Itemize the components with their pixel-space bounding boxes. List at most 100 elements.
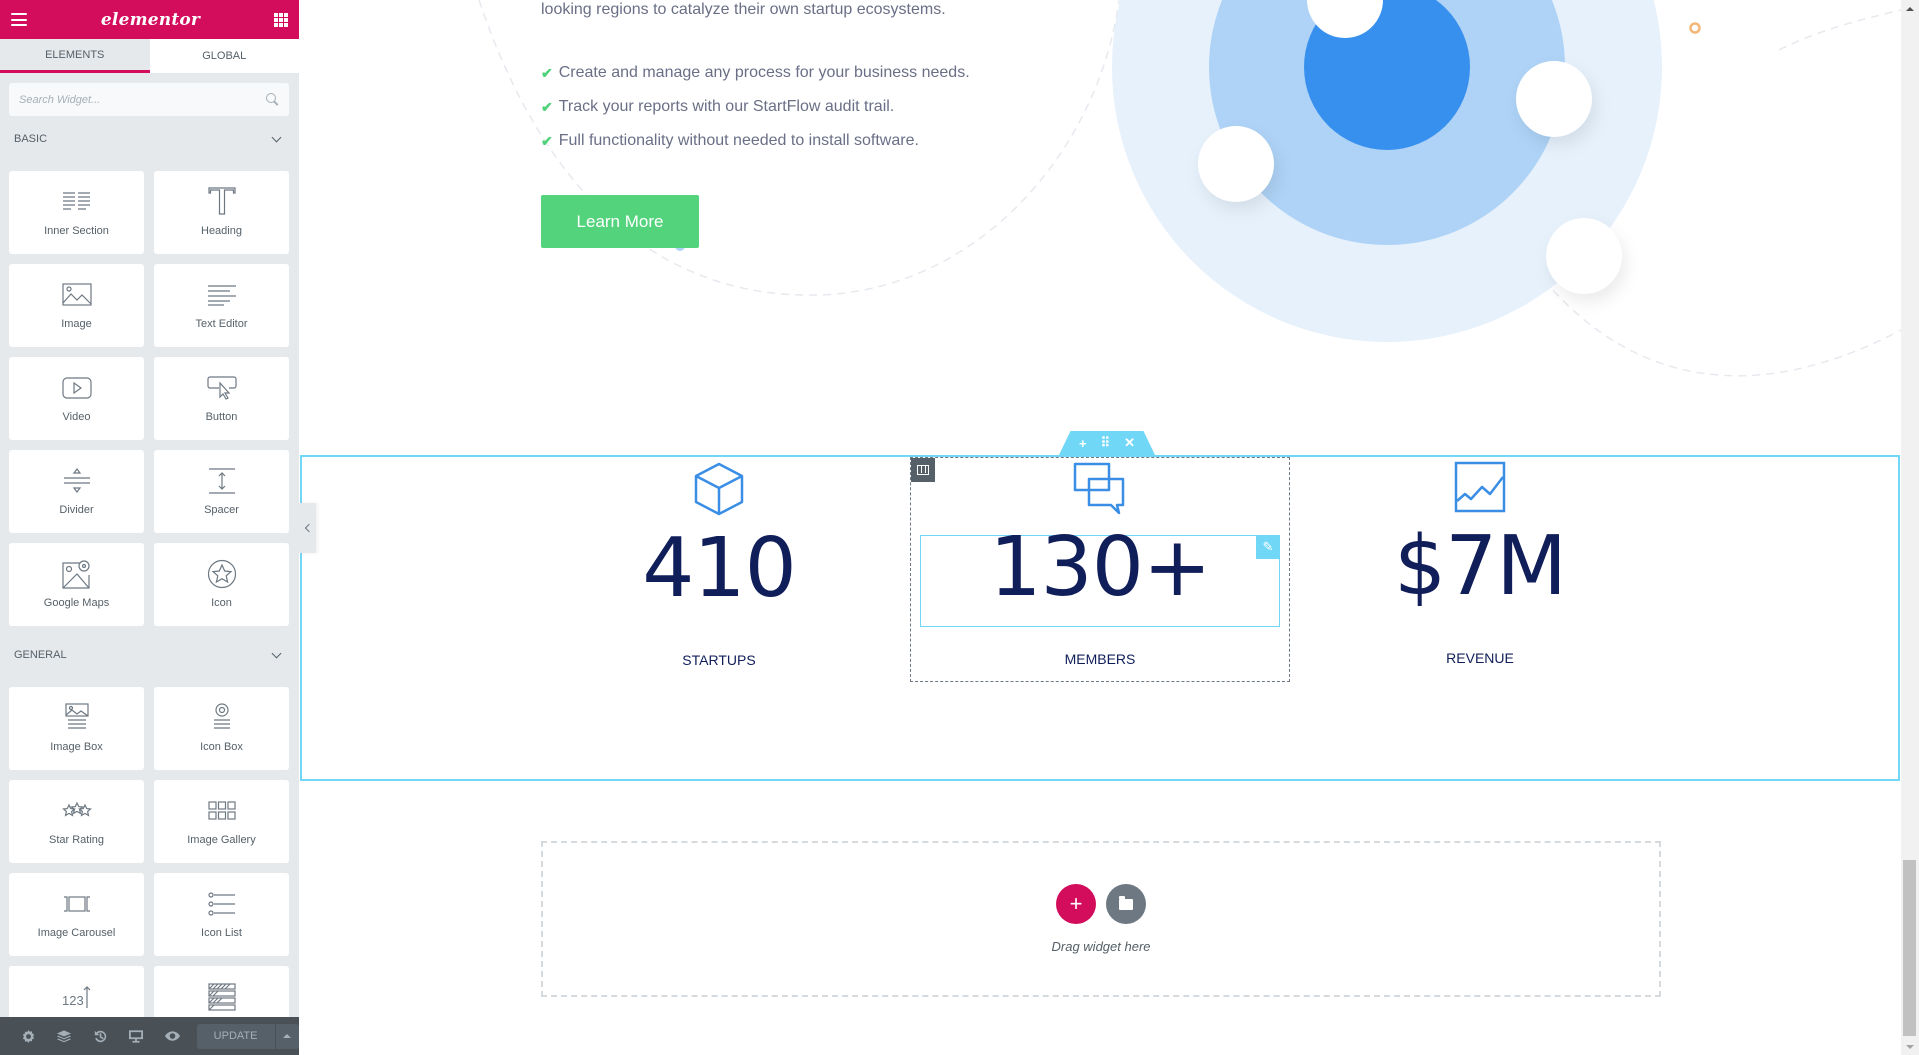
widget-icon[interactable]: Icon [154, 543, 289, 626]
scroll-down-arrow[interactable] [1901, 1038, 1919, 1055]
widget-image[interactable]: Image [9, 264, 144, 347]
chat-bubbles-icon [1073, 462, 1125, 515]
basic-widgets: Inner Section Heading Image Text Editor … [9, 171, 289, 626]
tab-elements[interactable]: ELEMENTS [0, 39, 150, 73]
counter-column-selected[interactable]: ✎ 130+ MEMBERS [910, 457, 1290, 682]
heading-icon [202, 185, 242, 219]
category-basic[interactable]: BASIC [14, 132, 284, 145]
add-new-section-button[interactable]: + [1056, 884, 1096, 924]
satellite-node [1516, 61, 1592, 137]
widget-icon-list[interactable]: Icon List [154, 873, 289, 956]
check-icon: ✔ [541, 98, 553, 115]
elementor-logo: elementor [100, 9, 201, 30]
feature-list: ✔ Create and manage any process for your … [541, 56, 970, 158]
dashed-orbit [1543, 279, 1901, 377]
image-carousel-icon [57, 887, 97, 921]
widget-icon-box[interactable]: Icon Box [154, 687, 289, 770]
history-icon[interactable] [82, 1017, 118, 1055]
widget-video[interactable]: Video [9, 357, 144, 440]
folder-icon [1119, 895, 1133, 910]
category-title: GENERAL [14, 649, 67, 661]
orange-dot [1689, 22, 1701, 34]
column-handle[interactable] [911, 458, 935, 482]
button-icon [202, 371, 242, 405]
dashed-orbit [1778, 9, 1901, 51]
counter-number: 130+ [989, 520, 1211, 615]
counter-icon: 123 [57, 980, 97, 1014]
drag-section-icon[interactable]: ⠿ [1101, 435, 1111, 451]
satellite-node [1546, 218, 1622, 294]
learn-more-button[interactable]: Learn More [541, 195, 699, 248]
scroll-up-arrow[interactable] [1901, 0, 1919, 17]
text-editor-icon [202, 278, 242, 312]
panel-header: elementor [0, 0, 299, 39]
tab-global[interactable]: GLOBAL [150, 39, 300, 73]
widgets-grid-icon[interactable] [273, 12, 288, 27]
widget-text-editor[interactable]: Text Editor [154, 264, 289, 347]
widget-divider[interactable]: Divider [9, 450, 144, 533]
feature-item: ✔ Track your reports with our StartFlow a… [541, 98, 895, 115]
icon-box-icon [202, 701, 242, 735]
counter-label: STARTUPS [682, 652, 756, 668]
cube-icon [694, 462, 744, 516]
update-options-button[interactable] [274, 1023, 299, 1049]
update-button[interactable]: UPDATE [196, 1023, 275, 1049]
column-icon [917, 465, 929, 475]
image-box-icon [57, 701, 97, 735]
counter-label: MEMBERS [1064, 651, 1136, 667]
progress-bar-icon [202, 980, 242, 1014]
panel-footer: UPDATE [0, 1017, 299, 1055]
add-section-icon[interactable]: + [1079, 436, 1087, 451]
collapse-panel-button[interactable] [299, 503, 316, 553]
check-icon: ✔ [541, 132, 553, 149]
preview-icon[interactable] [154, 1017, 190, 1055]
hero-illustration [478, 0, 1901, 377]
counter-number: $7M [1393, 519, 1567, 614]
counter-column[interactable]: 410 STARTUPS [529, 457, 909, 682]
scroll-thumb[interactable] [1903, 860, 1916, 1036]
image-gallery-icon [202, 794, 242, 828]
star-icon [202, 557, 242, 591]
intro-text: looking regions to catalyze their own st… [541, 1, 946, 18]
google-maps-icon [57, 557, 97, 591]
menu-icon[interactable] [11, 13, 27, 26]
counter-column[interactable]: $7M REVENUE [1290, 457, 1670, 682]
category-title: BASIC [14, 133, 48, 145]
star-rating-icon [57, 794, 97, 828]
video-icon [57, 371, 97, 405]
widget-image-carousel[interactable]: Image Carousel [9, 873, 144, 956]
satellite-node [1198, 126, 1274, 202]
widget-inner-section[interactable]: Inner Section [9, 171, 144, 254]
section-toolbar: + ⠿ ✕ [1059, 431, 1155, 455]
line-chart-icon [1454, 461, 1506, 513]
add-section-dropzone[interactable]: + Drag widget here [541, 841, 1661, 997]
chevron-down-icon [271, 132, 282, 142]
widget-heading[interactable]: Heading [154, 171, 289, 254]
navigator-icon[interactable] [46, 1017, 82, 1055]
responsive-mode-icon[interactable] [118, 1017, 154, 1055]
search-widget-input[interactable] [19, 93, 266, 106]
spacer-icon [202, 464, 242, 498]
category-general[interactable]: GENERAL [14, 648, 284, 661]
chevron-down-icon [271, 648, 282, 658]
search-icon[interactable] [266, 93, 279, 106]
widget-spacer[interactable]: Spacer [154, 450, 289, 533]
widget-star-rating[interactable]: Star Rating [9, 780, 144, 863]
divider-icon [57, 464, 97, 498]
inner-section-icon [57, 185, 97, 219]
image-icon [57, 278, 97, 312]
widget-google-maps[interactable]: Google Maps [9, 543, 144, 626]
widget-image-gallery[interactable]: Image Gallery [154, 780, 289, 863]
feature-item: ✔ Full functionality without needed to in… [541, 132, 919, 149]
elementor-editor: elementor ELEMENTS GLOBAL BASIC Inner Se… [0, 0, 1919, 1055]
widget-button[interactable]: Button [154, 357, 289, 440]
vertical-scrollbar[interactable] [1901, 0, 1919, 1055]
caret-up-icon [283, 1034, 292, 1038]
chevron-left-icon [304, 523, 314, 533]
settings-icon[interactable] [10, 1017, 46, 1055]
delete-section-icon[interactable]: ✕ [1124, 435, 1135, 451]
dropzone-hint: Drag widget here [1051, 939, 1151, 954]
page-preview: looking regions to catalyze their own st… [299, 0, 1901, 1055]
add-template-button[interactable] [1106, 884, 1146, 924]
widget-image-box[interactable]: Image Box [9, 687, 144, 770]
